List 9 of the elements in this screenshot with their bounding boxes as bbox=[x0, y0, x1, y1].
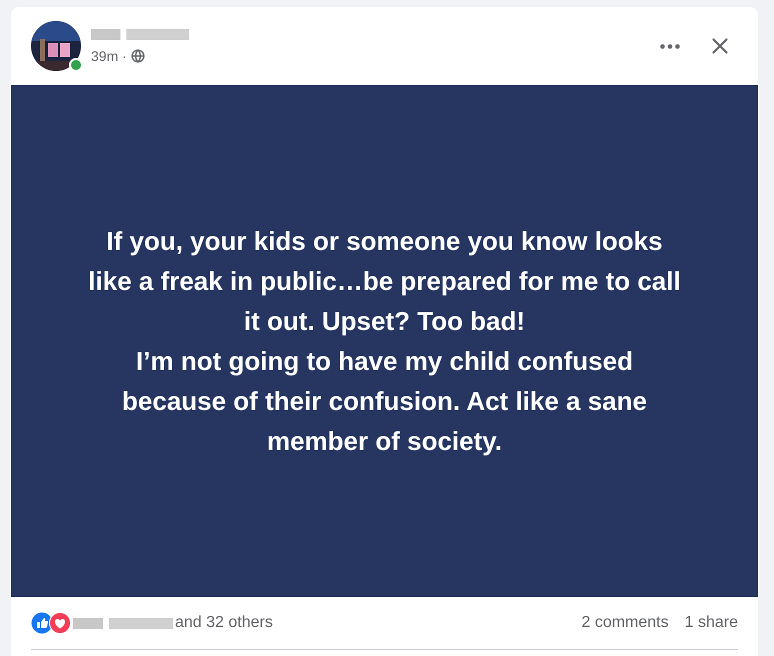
post-paragraph: I’m not going to have my child confused because of their confusion. Act like a sane member of society. bbox=[121, 345, 648, 458]
post-paragraph: If you, your kids or someone you know looks like a freak in public…be prepared for me to call it out. Upset? Too bad! bbox=[87, 225, 682, 338]
post-time[interactable]: 39m · bbox=[91, 46, 127, 66]
shares-count[interactable]: 1 share bbox=[684, 611, 738, 635]
reactions-count[interactable]: and 32 others bbox=[175, 611, 273, 635]
comments-count[interactable]: 2 comments bbox=[581, 611, 669, 635]
more-icon bbox=[660, 44, 680, 48]
globe-icon bbox=[130, 49, 145, 63]
avatar bbox=[31, 21, 81, 71]
